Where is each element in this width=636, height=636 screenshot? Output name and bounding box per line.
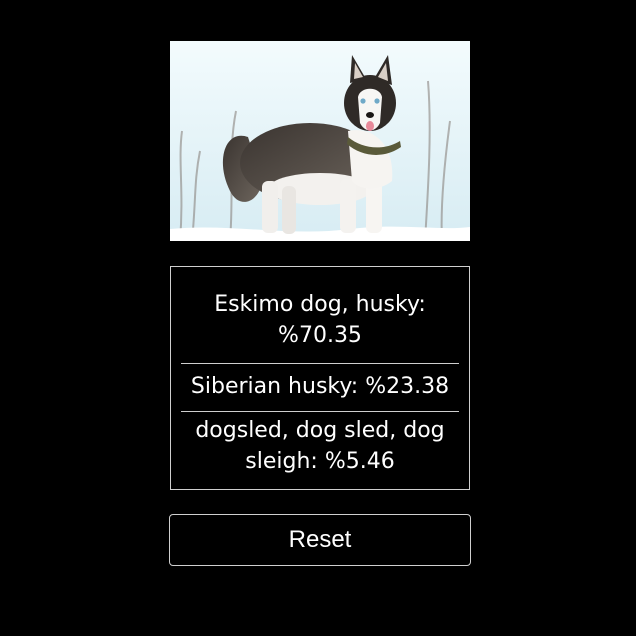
classifier-app: Eskimo dog, husky: %70.35 Siberian husky… [0,0,636,636]
reset-button[interactable]: Reset [169,514,471,566]
prediction-item: Eskimo dog, husky: %70.35 [181,267,459,364]
prediction-results: Eskimo dog, husky: %70.35 Siberian husky… [170,266,470,490]
uploaded-dog-image [170,41,470,241]
prediction-item: Siberian husky: %23.38 [181,364,459,412]
prediction-item: dogsled, dog sled, dog sleigh: %5.46 [195,418,445,474]
